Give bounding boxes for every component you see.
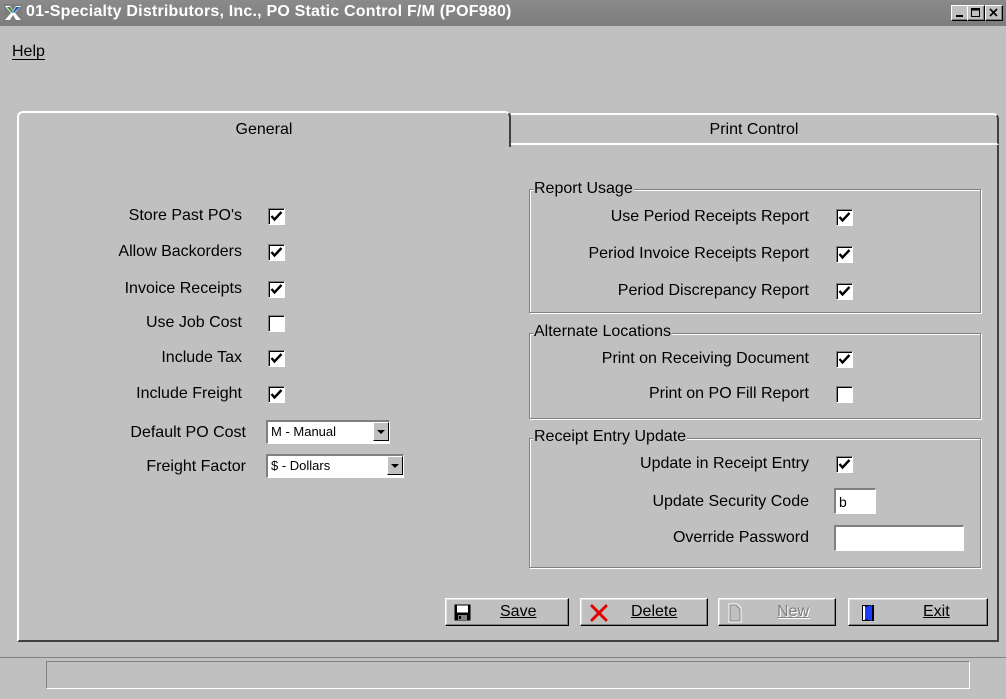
checkmark-icon: [838, 249, 851, 260]
label-store-past-pos: Store Past PO's: [128, 207, 242, 224]
checkbox-use-job-cost[interactable]: [268, 315, 285, 332]
label-use-period-receipts-report: Use Period Receipts Report: [610, 208, 809, 225]
window-title: 01-Specialty Distributors, Inc., PO Stat…: [26, 3, 512, 20]
checkbox-invoice-receipts[interactable]: [268, 281, 285, 298]
checkbox-use-period-receipts-report[interactable]: [836, 209, 853, 226]
label-invoice-receipts: Invoice Receipts: [124, 280, 242, 297]
checkmark-icon: [270, 247, 283, 258]
override-password-input[interactable]: [834, 525, 964, 551]
freight-factor-select[interactable]: $ - Dollars: [266, 454, 404, 478]
minimize-icon: [956, 15, 963, 17]
checkmark-icon: [270, 353, 283, 364]
floppy-disk-icon: [454, 604, 471, 621]
new-label: New: [777, 603, 809, 621]
checkbox-include-tax[interactable]: [268, 350, 285, 367]
save-label-text: Save: [500, 603, 537, 620]
checkmark-icon: [270, 389, 283, 400]
label-print-on-receiving-document: Print on Receiving Document: [601, 350, 809, 367]
save-button[interactable]: Save: [445, 598, 569, 626]
checkmark-icon: [838, 212, 851, 223]
default-po-cost-select[interactable]: M - Manual: [266, 420, 390, 444]
exit-button[interactable]: Exit: [848, 598, 988, 626]
checkbox-period-discrepancy-report[interactable]: [836, 283, 853, 300]
checkmark-icon: [838, 354, 851, 365]
alternate-locations-title: Alternate Locations: [533, 323, 672, 341]
label-override-password: Override Password: [672, 529, 809, 546]
close-button[interactable]: [985, 5, 1003, 21]
checkbox-print-on-receiving-document[interactable]: [836, 351, 853, 368]
delete-label-text: Delete: [631, 603, 678, 620]
checkbox-store-past-pos[interactable]: [268, 208, 285, 225]
label-period-discrepancy-report: Period Discrepancy Report: [617, 282, 809, 299]
checkbox-include-freight[interactable]: [268, 386, 285, 403]
checkbox-allow-backorders[interactable]: [268, 244, 285, 261]
delete-button[interactable]: Delete: [580, 598, 708, 626]
label-update-in-receipt-entry: Update in Receipt Entry: [640, 455, 809, 472]
menu-help[interactable]: Help: [12, 43, 45, 61]
checkbox-period-invoice-receipts-report[interactable]: [836, 246, 853, 263]
chevron-down-icon[interactable]: [373, 422, 389, 441]
label-freight-factor: Freight Factor: [146, 458, 246, 475]
new-button: New: [718, 598, 836, 626]
maximize-icon: [971, 8, 980, 17]
tab-general[interactable]: General: [17, 111, 511, 147]
tab-print-control[interactable]: Print Control: [511, 113, 999, 145]
save-label: Save: [500, 603, 536, 621]
default-po-cost-value: M - Manual: [271, 424, 337, 439]
label-include-freight: Include Freight: [136, 385, 242, 402]
new-label-text: New: [777, 603, 810, 620]
exit-door-icon: [862, 605, 874, 621]
label-update-security-code: Update Security Code: [652, 493, 809, 510]
tab-general-label: General: [235, 121, 293, 138]
label-allow-backorders: Allow Backorders: [118, 243, 242, 260]
menu-help-label: Help: [12, 43, 45, 60]
freight-factor-value: $ - Dollars: [271, 458, 331, 473]
x-app-icon[interactable]: [4, 4, 22, 22]
close-icon: [989, 8, 998, 17]
checkmark-icon: [838, 286, 851, 297]
delete-label: Delete: [631, 603, 677, 621]
chevron-down-icon[interactable]: [387, 456, 403, 475]
exit-label: Exit: [923, 603, 950, 621]
maximize-button[interactable]: [967, 5, 985, 21]
status-field: [46, 661, 970, 689]
checkbox-update-in-receipt-entry[interactable]: [836, 456, 853, 473]
new-document-icon: [728, 603, 742, 623]
checkmark-icon: [270, 211, 283, 222]
checkbox-print-on-po-fill-report[interactable]: [836, 386, 853, 403]
exit-label-text: Exit: [923, 603, 950, 620]
checkmark-icon: [838, 459, 851, 470]
alternate-locations-group: [529, 333, 981, 419]
tab-print-control-label: Print Control: [709, 121, 799, 138]
label-print-on-po-fill-report: Print on PO Fill Report: [648, 385, 809, 402]
delete-x-icon: [590, 604, 608, 622]
label-period-invoice-receipts-report: Period Invoice Receipts Report: [588, 245, 809, 262]
label-use-job-cost: Use Job Cost: [145, 314, 242, 331]
checkmark-icon: [270, 284, 283, 295]
receipt-entry-update-title: Receipt Entry Update: [533, 428, 688, 446]
update-security-code-input[interactable]: b: [834, 488, 876, 514]
label-include-tax: Include Tax: [161, 349, 242, 366]
report-usage-title: Report Usage: [533, 180, 634, 198]
label-default-po-cost: Default PO Cost: [130, 424, 246, 441]
